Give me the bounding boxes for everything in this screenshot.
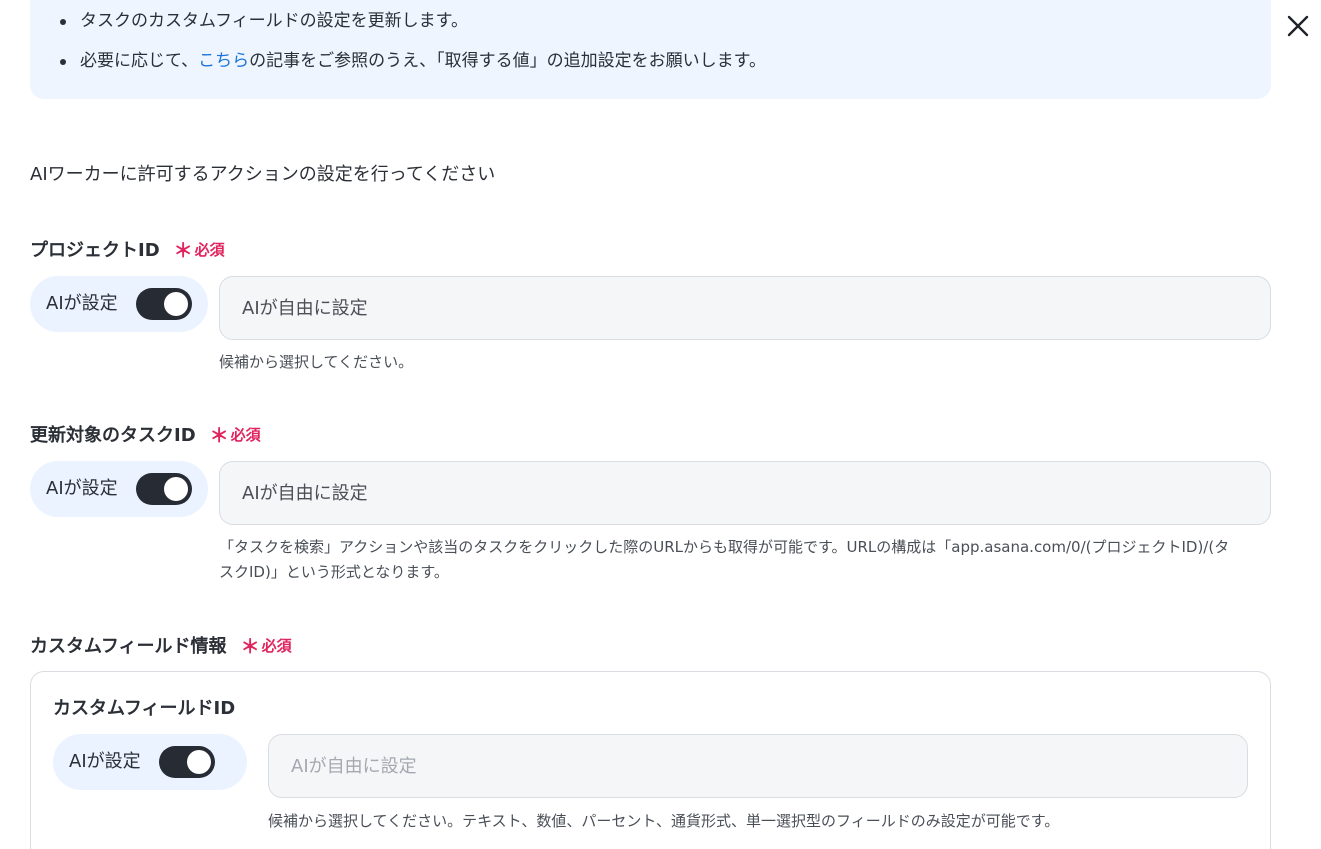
project-id-input[interactable] xyxy=(219,276,1271,340)
required-badge: ＊必須 xyxy=(240,636,292,658)
custom-field-update-settings: タスクのカスタムフィールドの設定を更新します。 必要に応じて、こちらの記事をご参… xyxy=(0,0,1321,849)
info-notice: タスクのカスタムフィールドの設定を更新します。 必要に応じて、こちらの記事をご参… xyxy=(30,0,1271,99)
ai-toggle-label: AIが設定 xyxy=(69,751,141,772)
task-id-ai-toggle[interactable] xyxy=(136,473,192,505)
project-id-label: プロジェクトID ＊必須 xyxy=(30,236,225,264)
custom-field-id-label: カスタムフィールドID xyxy=(53,698,236,719)
required-asterisk-icon: ＊ xyxy=(240,636,260,658)
article-link[interactable]: こちら xyxy=(198,51,249,71)
task-id-label: 更新対象のタスクID ＊必須 xyxy=(30,421,261,449)
close-icon xyxy=(1287,15,1309,37)
ai-toggle-label: AIが設定 xyxy=(46,478,118,499)
notice-item: 必要に応じて、こちらの記事をご参照のうえ、「取得する値」の追加設定をお願いします… xyxy=(60,51,766,71)
toggle-knob xyxy=(187,750,211,774)
custom-field-id-ai-toggle[interactable] xyxy=(159,746,215,778)
custom-field-id-input[interactable] xyxy=(268,734,1248,798)
project-id-ai-toggle[interactable] xyxy=(136,288,192,320)
notice-item: タスクのカスタムフィールドの設定を更新します。 xyxy=(60,11,468,31)
project-id-ai-toggle-group: AIが設定 xyxy=(30,276,208,332)
toggle-knob xyxy=(164,477,188,501)
close-button[interactable] xyxy=(1284,12,1312,40)
toggle-knob xyxy=(164,292,188,316)
custom-field-card: カスタムフィールドID AIが設定 候補から選択してください。テキスト、数値、パ… xyxy=(30,671,1271,849)
required-badge: ＊必須 xyxy=(209,425,261,447)
custom-field-id-ai-toggle-group: AIが設定 xyxy=(53,734,247,790)
required-badge: ＊必須 xyxy=(173,240,225,262)
intro-text: AIワーカーに許可するアクションの設定を行ってください xyxy=(30,164,496,185)
project-id-hint: 候補から選択してください。 xyxy=(219,353,414,371)
required-asterisk-icon: ＊ xyxy=(209,425,229,447)
custom-field-id-hint: 候補から選択してください。テキスト、数値、パーセント、通貨形式、単一選択型のフィ… xyxy=(268,812,1060,830)
required-asterisk-icon: ＊ xyxy=(173,240,193,262)
task-id-input[interactable] xyxy=(219,461,1271,525)
task-id-ai-toggle-group: AIが設定 xyxy=(30,461,208,517)
task-id-hint: 「タスクを検索」アクションや該当のタスクをクリックした際のURLからも取得が可能… xyxy=(219,538,1230,581)
ai-toggle-label: AIが設定 xyxy=(46,293,118,314)
custom-field-info-label: カスタムフィールド情報＊必須 xyxy=(30,632,292,660)
